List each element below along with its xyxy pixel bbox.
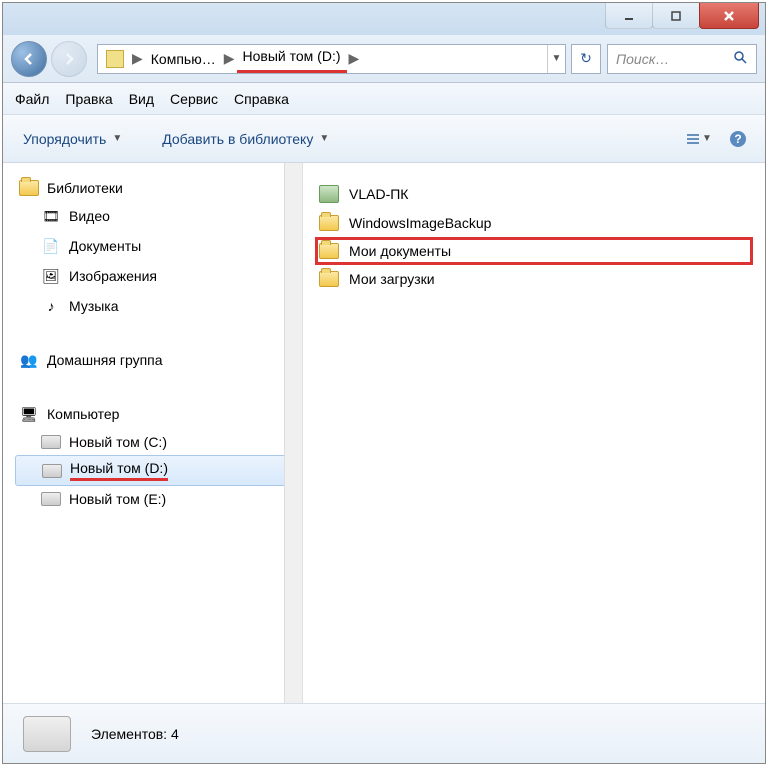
menu-service[interactable]: Сервис: [170, 91, 218, 107]
close-button[interactable]: [699, 3, 759, 29]
folder-icon: [106, 50, 124, 68]
sidebar-item-music[interactable]: ♪ Музыка: [15, 291, 298, 321]
drive-large-icon: [23, 716, 71, 752]
maximize-icon: [669, 9, 683, 23]
list-item-label: VLAD-ПК: [349, 186, 408, 202]
list-view-icon: [684, 130, 702, 148]
menu-help[interactable]: Справка: [234, 91, 289, 107]
breadcrumb[interactable]: ▶ Компью… ▶ Новый том (D:) ▶ ▼: [97, 44, 566, 74]
chevron-right-icon[interactable]: ▶: [130, 50, 145, 67]
drive-icon: [41, 492, 61, 506]
sidebar-item-label: Изображения: [69, 268, 157, 284]
computer-icon: [319, 185, 339, 203]
pictures-icon: 🖼: [41, 266, 61, 286]
sidebar-item-documents[interactable]: 📄 Документы: [15, 231, 298, 261]
list-item-label: WindowsImageBackup: [349, 215, 491, 231]
search-input[interactable]: Поиск…: [607, 44, 757, 74]
chevron-down-icon: ▼: [112, 133, 122, 144]
sidebar-item-computer[interactable]: 🖥 Компьютер: [15, 399, 298, 429]
titlebar: [3, 3, 765, 35]
svg-text:?: ?: [734, 132, 741, 146]
status-elements-count: Элементов: 4: [91, 726, 179, 742]
menu-edit[interactable]: Правка: [65, 91, 112, 107]
search-placeholder: Поиск…: [616, 51, 669, 67]
list-item-label: Мои документы: [349, 243, 451, 259]
navigation-pane: Библиотеки 🎞 Видео 📄 Документы 🖼 Изображ…: [3, 163, 303, 703]
chevron-down-icon: ▼: [319, 133, 329, 144]
add-library-button[interactable]: Добавить в библиотеку ▼: [154, 125, 337, 153]
forward-button[interactable]: [51, 41, 87, 77]
menu-file[interactable]: Файл: [15, 91, 49, 107]
sidebar-item-label: Компьютер: [47, 406, 119, 422]
sidebar-item-label: Видео: [69, 208, 110, 224]
list-item-my-documents[interactable]: Мои документы: [315, 237, 753, 265]
sidebar-item-label: Документы: [69, 238, 141, 254]
organize-button[interactable]: Упорядочить ▼: [15, 125, 130, 153]
breadcrumb-item-computer[interactable]: Компью…: [145, 45, 222, 73]
list-item[interactable]: Мои загрузки: [315, 265, 753, 293]
toolbar: Упорядочить ▼ Добавить в библиотеку ▼ ▼ …: [3, 115, 765, 163]
drive-icon: [42, 464, 62, 478]
minimize-button[interactable]: [605, 3, 653, 29]
sidebar-item-homegroup[interactable]: 👥 Домашняя группа: [15, 345, 298, 375]
music-icon: ♪: [41, 296, 61, 316]
chevron-right-icon[interactable]: ▶: [347, 50, 362, 67]
chevron-right-icon[interactable]: ▶: [222, 50, 237, 67]
sidebar-scrollbar[interactable]: [284, 163, 302, 703]
content-area: Библиотеки 🎞 Видео 📄 Документы 🖼 Изображ…: [3, 163, 765, 703]
sidebar-item-libraries[interactable]: Библиотеки: [15, 175, 298, 201]
sidebar-item-label: Новый том (D:): [70, 460, 168, 481]
sidebar-item-pictures[interactable]: 🖼 Изображения: [15, 261, 298, 291]
sidebar-item-label: Новый том (C:): [69, 434, 167, 450]
nav-bar: ▶ Компью… ▶ Новый том (D:) ▶ ▼ ↻ Поиск…: [3, 35, 765, 83]
sidebar-item-label: Новый том (E:): [69, 491, 166, 507]
add-library-label: Добавить в библиотеку: [162, 131, 313, 147]
organize-label: Упорядочить: [23, 131, 106, 147]
sidebar-item-drive-e[interactable]: Новый том (E:): [15, 486, 298, 512]
sidebar-item-label: Музыка: [69, 298, 119, 314]
list-item[interactable]: VLAD-ПК: [315, 179, 753, 209]
breadcrumb-item-drive-d[interactable]: Новый том (D:): [237, 45, 347, 73]
computer-icon: 🖥: [19, 404, 39, 424]
documents-icon: 📄: [41, 236, 61, 256]
sidebar-item-label: Домашняя группа: [47, 352, 163, 368]
homegroup-icon: 👥: [19, 350, 39, 370]
libraries-icon: [19, 180, 39, 196]
sidebar-item-drive-d[interactable]: Новый том (D:): [15, 455, 298, 486]
status-bar: Элементов: 4: [3, 703, 765, 763]
search-icon: [732, 49, 748, 68]
help-icon: ?: [729, 130, 747, 148]
menu-view[interactable]: Вид: [129, 91, 154, 107]
refresh-icon: ↻: [580, 50, 592, 67]
folder-icon: [319, 243, 339, 259]
breadcrumb-dropdown[interactable]: ▼: [547, 45, 565, 73]
view-options-button[interactable]: ▼: [683, 124, 713, 154]
drive-icon: [41, 435, 61, 449]
folder-icon: [319, 215, 339, 231]
close-icon: [722, 9, 736, 23]
folder-icon: [319, 271, 339, 287]
video-icon: 🎞: [41, 206, 61, 226]
list-item-label: Мои загрузки: [349, 271, 435, 287]
help-button[interactable]: ?: [723, 124, 753, 154]
file-list: VLAD-ПК WindowsImageBackup Мои документы…: [303, 163, 765, 703]
sidebar-item-drive-c[interactable]: Новый том (C:): [15, 429, 298, 455]
list-item[interactable]: WindowsImageBackup: [315, 209, 753, 237]
minimize-icon: [622, 9, 636, 23]
maximize-button[interactable]: [652, 3, 700, 29]
chevron-down-icon: ▼: [702, 133, 712, 144]
arrow-right-icon: [60, 50, 78, 68]
refresh-button[interactable]: ↻: [571, 44, 601, 74]
menu-bar: Файл Правка Вид Сервис Справка: [3, 83, 765, 115]
explorer-window: ▶ Компью… ▶ Новый том (D:) ▶ ▼ ↻ Поиск… …: [2, 2, 766, 764]
sidebar-item-label: Библиотеки: [47, 180, 123, 196]
sidebar-item-video[interactable]: 🎞 Видео: [15, 201, 298, 231]
arrow-left-icon: [20, 50, 38, 68]
back-button[interactable]: [11, 41, 47, 77]
